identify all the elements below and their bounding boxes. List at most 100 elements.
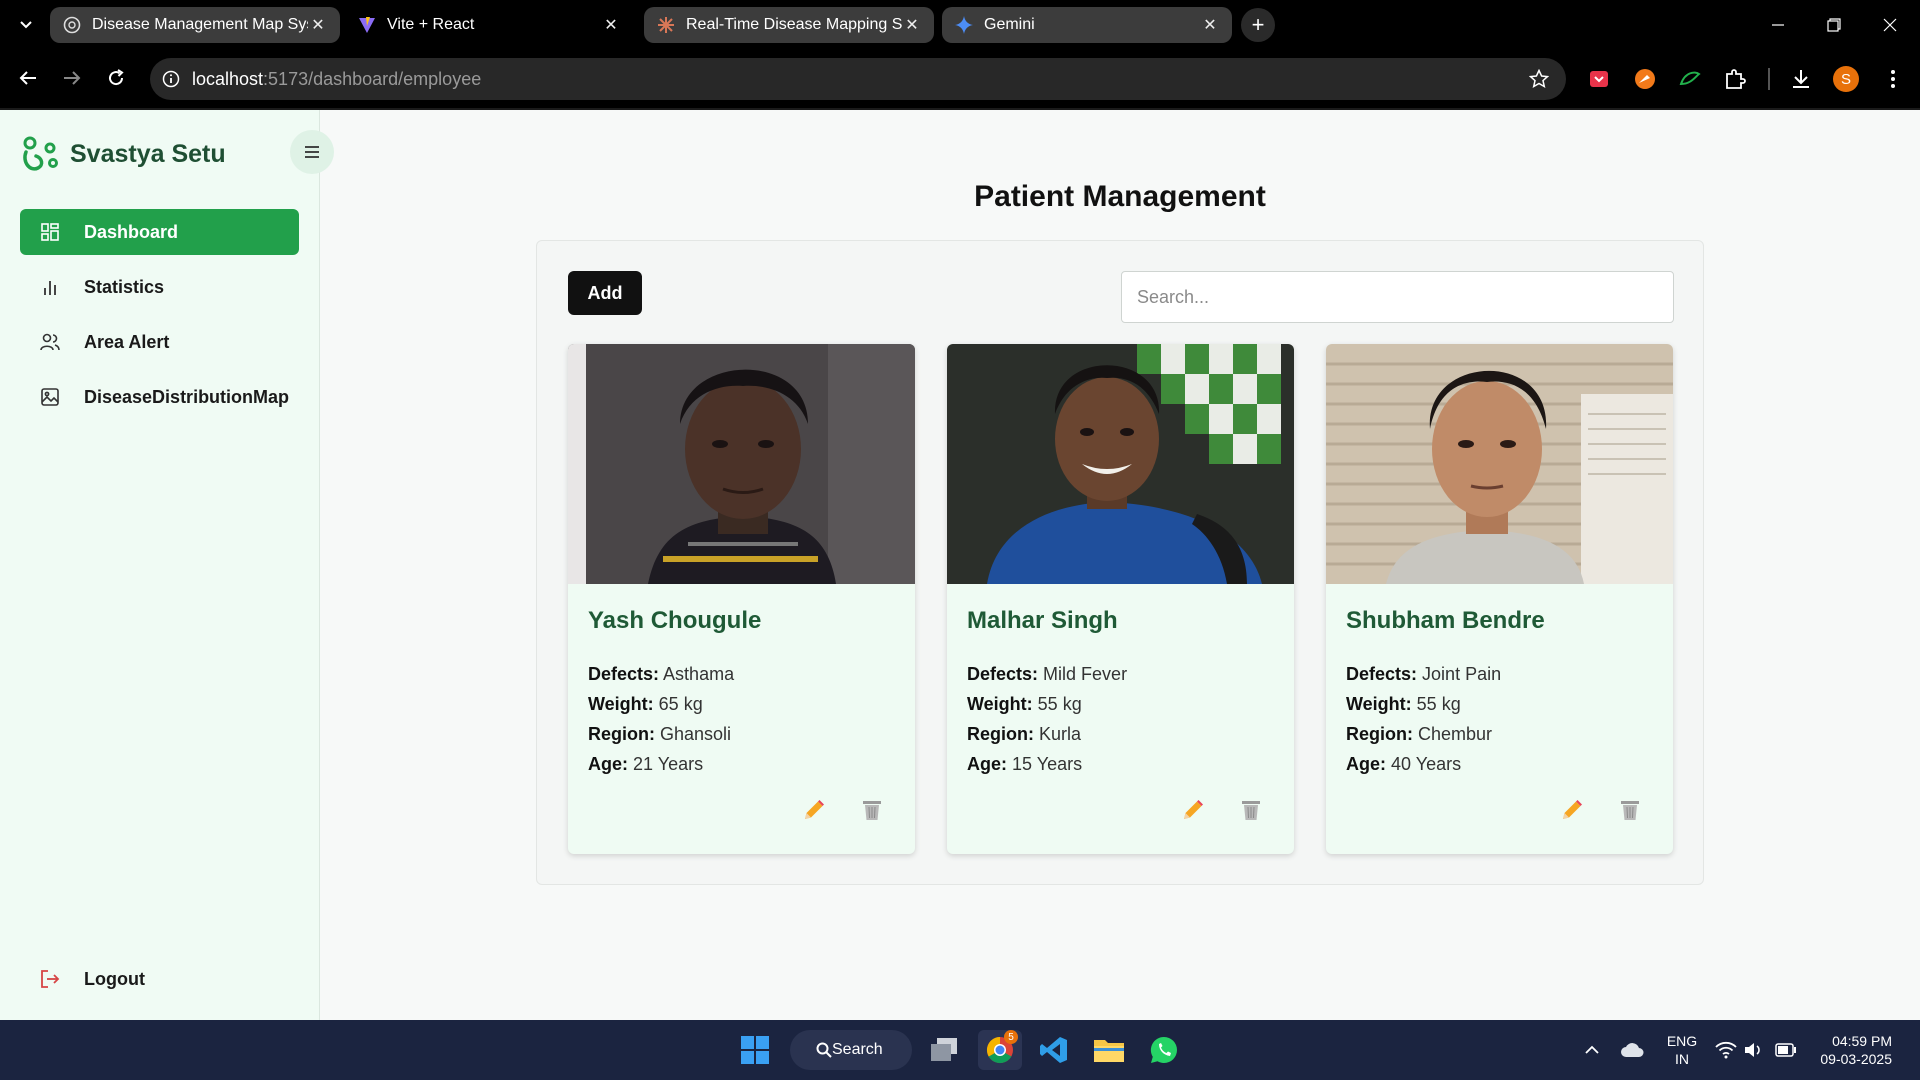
tab-title: Real-Time Disease Mapping Sys: [686, 16, 902, 33]
profile-avatar[interactable]: S: [1833, 66, 1859, 92]
tab-search-chevron-icon[interactable]: [12, 12, 40, 38]
close-icon[interactable]: ✕: [902, 15, 922, 35]
logout-label: Logout: [84, 968, 145, 989]
field-value: 15 Years: [1012, 754, 1083, 774]
sidebar-item-label: Area Alert: [84, 331, 170, 352]
field-label: Age:: [967, 754, 1007, 774]
patient-name: Malhar Singh: [967, 607, 1118, 634]
url-host: localhost: [192, 68, 264, 89]
hamburger-menu-icon[interactable]: [290, 130, 334, 174]
back-arrow-icon[interactable]: [12, 62, 44, 94]
field-value: Mild Fever: [1043, 664, 1128, 684]
close-icon[interactable]: ✕: [601, 15, 621, 35]
orange-extension-icon[interactable]: [1631, 65, 1659, 93]
patient-weight: Weight: 55 kg: [1346, 694, 1461, 715]
tab-gemini[interactable]: Gemini ✕: [942, 7, 1232, 43]
battery-icon[interactable]: [1774, 1038, 1798, 1062]
patient-age: Age: 21 Years: [588, 754, 703, 775]
field-label: Region:: [967, 724, 1034, 744]
brand-name: Svastya Setu: [70, 139, 226, 168]
close-icon[interactable]: ✕: [1200, 15, 1220, 35]
tab-disease-management[interactable]: Disease Management Map Syst ✕: [50, 7, 340, 43]
brand[interactable]: Svastya Setu: [20, 132, 226, 176]
wifi-icon[interactable]: [1714, 1038, 1738, 1062]
brand-logo-icon: [23, 136, 58, 171]
patient-defects: Defects: Asthama: [588, 664, 734, 685]
sidebar-item-dashboard[interactable]: Dashboard: [20, 209, 299, 255]
field-label: Region:: [588, 724, 655, 744]
chrome-badge: 5: [1004, 1030, 1018, 1044]
patient-region: Region: Ghansoli: [588, 724, 731, 745]
windows-taskbar: Search 5 ENG IN 04:59 PM 09-03-2025: [0, 1020, 1920, 1080]
restore-icon[interactable]: [1806, 0, 1862, 50]
pencil-edit-icon[interactable]: [800, 796, 828, 824]
patient-card: Malhar Singh Defects: Mild Fever Weight:…: [947, 344, 1294, 854]
add-button[interactable]: Add: [568, 271, 642, 315]
sidebar-item-disease-distribution-map[interactable]: DiseaseDistributionMap: [20, 374, 299, 420]
patient-photo: [947, 344, 1294, 584]
download-icon[interactable]: [1787, 65, 1815, 93]
patient-region: Region: Chembur: [1346, 724, 1492, 745]
patient-region: Region: Kurla: [967, 724, 1081, 745]
patient-name: Yash Chougule: [588, 607, 762, 634]
pencil-edit-icon[interactable]: [1558, 796, 1586, 824]
grid-icon: [40, 222, 60, 242]
clock[interactable]: 04:59 PM 09-03-2025: [1808, 1032, 1892, 1068]
close-icon[interactable]: ✕: [308, 15, 328, 35]
site-info-icon[interactable]: [150, 58, 192, 100]
onedrive-cloud-icon[interactable]: [1620, 1038, 1644, 1062]
clock-time: 04:59 PM: [1832, 1033, 1892, 1049]
green-extension-icon[interactable]: [1676, 65, 1704, 93]
field-label: Region:: [1346, 724, 1413, 744]
vscode-icon[interactable]: [1032, 1030, 1076, 1070]
file-explorer-icon[interactable]: [1087, 1030, 1131, 1070]
search-icon: [816, 1042, 832, 1063]
volume-icon[interactable]: [1742, 1038, 1766, 1062]
browser-tab-bar: Disease Management Map Syst ✕ Vite + Rea…: [0, 0, 1920, 50]
field-value: 21 Years: [633, 754, 704, 774]
field-label: Defects:: [1346, 664, 1418, 684]
task-view-icon[interactable]: [922, 1030, 966, 1070]
tab-real-time-disease-mapping[interactable]: Real-Time Disease Mapping Sys ✕: [644, 7, 934, 43]
tab-vite-react[interactable]: Vite + React ✕: [345, 7, 633, 43]
pencil-edit-icon[interactable]: [1179, 796, 1207, 824]
logout-icon: [40, 969, 60, 989]
clock-date: 09-03-2025: [1820, 1051, 1892, 1067]
page-title: Patient Management: [974, 180, 1266, 213]
sidebar-item-area-alert[interactable]: Area Alert: [20, 319, 299, 365]
chrome-taskbar-icon[interactable]: 5: [978, 1030, 1022, 1070]
more-vertical-icon[interactable]: [1879, 65, 1907, 93]
minimize-icon[interactable]: [1750, 0, 1806, 50]
sidebar: Svastya Setu Dashboard Statistics Area A…: [0, 110, 334, 1020]
extensions-puzzle-icon[interactable]: [1721, 65, 1749, 93]
globe-icon: [62, 15, 82, 35]
patient-defects: Defects: Joint Pain: [1346, 664, 1501, 685]
search-input[interactable]: [1121, 271, 1674, 323]
pocket-extension-icon[interactable]: [1585, 65, 1613, 93]
window-close-icon[interactable]: [1862, 0, 1918, 50]
forward-arrow-icon[interactable]: [56, 62, 88, 94]
bookmark-star-icon[interactable]: [1528, 68, 1550, 90]
field-value: Chembur: [1418, 724, 1493, 744]
chevron-up-icon[interactable]: [1580, 1038, 1604, 1062]
logout-button[interactable]: Logout: [20, 956, 299, 1002]
language-indicator[interactable]: ENG IN: [1664, 1032, 1700, 1068]
reload-icon[interactable]: [100, 62, 132, 94]
sidebar-item-statistics[interactable]: Statistics: [20, 264, 299, 310]
patient-photo: [568, 344, 915, 584]
address-bar[interactable]: localhost:5173/dashboard/employee: [150, 58, 1566, 100]
field-value: 40 Years: [1391, 754, 1462, 774]
trash-delete-icon[interactable]: [1237, 796, 1265, 824]
trash-delete-icon[interactable]: [1616, 796, 1644, 824]
url-text: localhost:5173/dashboard/employee: [192, 69, 481, 90]
field-label: Weight:: [588, 694, 654, 714]
new-tab-plus-icon[interactable]: +: [1241, 8, 1275, 42]
field-label: Age:: [1346, 754, 1386, 774]
trash-delete-icon[interactable]: [858, 796, 886, 824]
taskbar-search[interactable]: Search: [790, 1030, 912, 1070]
windows-start-icon[interactable]: [733, 1030, 777, 1070]
patient-panel: Add Yash Chougule Defects: Asthama Weigh…: [536, 240, 1704, 885]
lang-bottom: IN: [1675, 1051, 1689, 1067]
toolbar-divider: [1768, 68, 1770, 90]
whatsapp-icon[interactable]: [1142, 1030, 1186, 1070]
